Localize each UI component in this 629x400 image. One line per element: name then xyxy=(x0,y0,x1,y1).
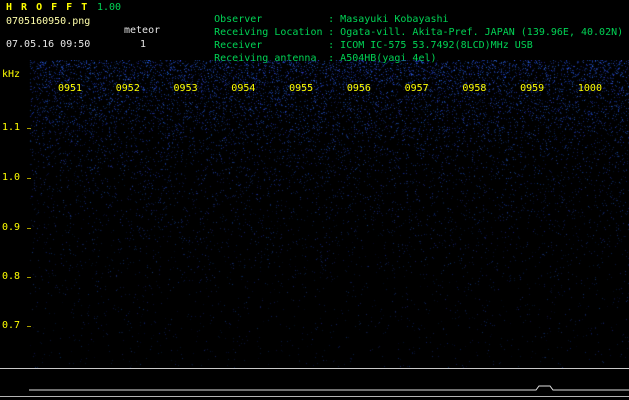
x-tick-label: 0951 xyxy=(58,84,82,94)
x-tick-label: 0953 xyxy=(174,84,198,94)
app-version: 1.00 xyxy=(97,3,121,13)
y-tick-label: 0.9 xyxy=(2,223,20,233)
x-tick-label: 0952 xyxy=(116,84,140,94)
signal-level-strip xyxy=(0,368,629,397)
x-tick-label: 0956 xyxy=(347,84,371,94)
x-tick-label: 0955 xyxy=(289,84,313,94)
y-tick-label: 1.1 xyxy=(2,123,20,133)
y-tick xyxy=(27,326,31,327)
app-title: H R O F F T xyxy=(6,3,89,13)
count-label: 1 xyxy=(140,40,146,50)
y-tick xyxy=(27,128,31,129)
signal-level-trace xyxy=(0,369,629,396)
y-tick-label: 0.7 xyxy=(2,321,20,331)
y-axis-unit: kHz xyxy=(2,70,20,80)
x-tick-label: 1000 xyxy=(578,84,602,94)
y-tick-label: 0.8 xyxy=(2,272,20,282)
x-tick-label: 0954 xyxy=(231,84,255,94)
x-tick-label: 0959 xyxy=(520,84,544,94)
x-axis-labels: 0951 0952 0953 0954 0955 0956 0957 0958 … xyxy=(58,84,602,94)
y-tick xyxy=(27,228,31,229)
spectrogram-noise-canvas xyxy=(0,60,629,368)
y-tick xyxy=(27,277,31,278)
datetime-label: 07.05.16 09:50 xyxy=(6,40,90,50)
x-tick-label: 0957 xyxy=(405,84,429,94)
x-tick-label: 0958 xyxy=(462,84,486,94)
y-tick xyxy=(27,178,31,179)
mode-label: meteor xyxy=(124,26,160,36)
y-tick-label: 1.0 xyxy=(2,173,20,183)
output-filename: 0705160950.png xyxy=(6,17,90,27)
